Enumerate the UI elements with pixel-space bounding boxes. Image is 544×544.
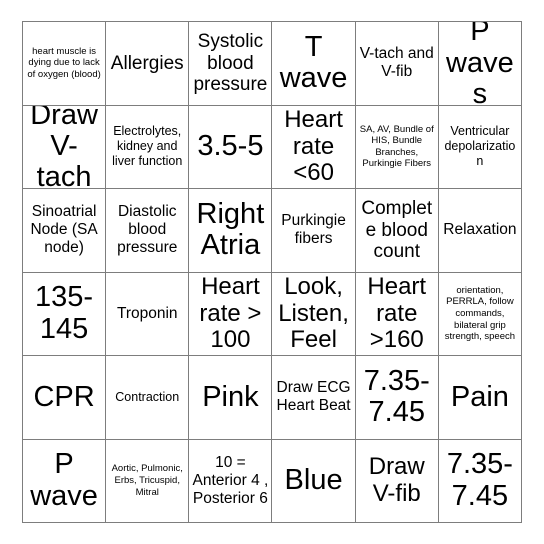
- bingo-cell-r1c5[interactable]: V-tach and V-fib: [355, 22, 439, 106]
- bingo-cell-label: Draw ECG Heart Beat: [276, 379, 351, 415]
- bingo-cell-label: 3.5-5: [197, 130, 264, 163]
- bingo-cell-label: T wave: [279, 30, 348, 95]
- bingo-cell-r6c1[interactable]: P wave: [23, 439, 107, 523]
- bingo-cell-r3c5[interactable]: Complete blood count: [355, 189, 439, 273]
- bingo-cell-label: Allergies: [110, 52, 184, 74]
- bingo-cell-r1c2[interactable]: Allergies: [106, 22, 190, 106]
- bingo-cell-label: Pain: [450, 380, 509, 413]
- bingo-cell-label: SA, AV, Bundle of HIS, Bundle Branches, …: [359, 123, 434, 170]
- bingo-cell-label: Heart rate >160: [367, 273, 427, 353]
- bingo-cell-r2c6[interactable]: Ventricular depolarization: [438, 105, 522, 189]
- bingo-cell-r4c5[interactable]: Heart rate >160: [355, 272, 439, 356]
- bingo-cell-r2c3[interactable]: 3.5-5: [189, 105, 273, 189]
- bingo-cell-label: Sinoatrial Node (SA node): [30, 203, 98, 257]
- bingo-cell-label: Draw V-tach: [30, 105, 98, 189]
- bingo-cell-r4c2[interactable]: Troponin: [106, 272, 190, 356]
- bingo-cell-r5c2[interactable]: Contraction: [106, 356, 190, 440]
- bingo-cell-r4c6[interactable]: orientation, PERRLA, follow commands, bi…: [438, 272, 522, 356]
- bingo-cell-label: Draw V-fib: [368, 453, 425, 507]
- bingo-cell-label: V-tach and V-fib: [359, 45, 434, 81]
- bingo-cell-label: 135-145: [35, 281, 94, 345]
- bingo-cell-r2c2[interactable]: Electrolytes, kidney and liver function: [106, 105, 190, 189]
- bingo-cell-label: orientation, PERRLA, follow commands, bi…: [444, 284, 516, 343]
- bingo-cell-r5c4[interactable]: Draw ECG Heart Beat: [272, 356, 356, 440]
- bingo-cell-label: Heart rate <60: [284, 106, 343, 186]
- bingo-cell-label: 10 = Anterior 4 , Posterior 6: [192, 453, 269, 507]
- bingo-cell-r3c6[interactable]: Relaxation: [438, 189, 522, 273]
- bingo-cell-label: Purkingie fibers: [281, 212, 346, 248]
- bingo-cell-r3c2[interactable]: Diastolic blood pressure: [106, 189, 190, 273]
- bingo-cell-label: 7.35-7.45: [446, 448, 513, 512]
- bingo-cell-r6c3[interactable]: 10 = Anterior 4 , Posterior 6: [189, 439, 273, 523]
- bingo-cell-label: P waves: [446, 22, 514, 106]
- bingo-cell-r1c4[interactable]: T wave: [272, 22, 356, 106]
- bingo-cell-label: Troponin: [116, 304, 178, 322]
- bingo-cell-r5c1[interactable]: CPR: [23, 356, 107, 440]
- bingo-cell-label: Heart rate > 100: [199, 273, 262, 353]
- bingo-cell-r6c5[interactable]: Draw V-fib: [355, 439, 439, 523]
- bingo-cell-r2c4[interactable]: Heart rate <60: [272, 105, 356, 189]
- bingo-cell-label: Right Atria: [196, 197, 265, 262]
- bingo-cell-r6c4[interactable]: Blue: [272, 439, 356, 523]
- bingo-cell-label: P wave: [30, 448, 98, 512]
- bingo-cell-r1c1[interactable]: heart muscle is dying due to lack of oxy…: [23, 22, 107, 106]
- bingo-cell-r3c3[interactable]: Right Atria: [189, 189, 273, 273]
- bingo-cell-r4c4[interactable]: Look, Listen, Feel: [272, 272, 356, 356]
- bingo-cell-label: Look, Listen, Feel: [278, 273, 349, 353]
- bingo-cell-label: Complete blood count: [361, 198, 433, 262]
- bingo-cell-label: Pink: [202, 380, 259, 413]
- bingo-cell-r5c3[interactable]: Pink: [189, 356, 273, 440]
- bingo-cell-label: Blue: [284, 464, 343, 497]
- bingo-cell-r3c4[interactable]: Purkingie fibers: [272, 189, 356, 273]
- bingo-cell-label: Electrolytes, kidney and liver function: [112, 124, 183, 169]
- bingo-cell-label: CPR: [33, 380, 95, 413]
- bingo-cell-r5c5[interactable]: 7.35-7.45: [355, 356, 439, 440]
- bingo-cell-r2c5[interactable]: SA, AV, Bundle of HIS, Bundle Branches, …: [355, 105, 439, 189]
- bingo-cell-r6c2[interactable]: Aortic, Pulmonic, Erbs, Tricuspid, Mitra…: [106, 439, 190, 523]
- bingo-cell-r3c1[interactable]: Sinoatrial Node (SA node): [23, 189, 107, 273]
- bingo-cell-label: Diastolic blood pressure: [117, 203, 178, 257]
- bingo-cell-label: 7.35-7.45: [363, 364, 430, 429]
- bingo-cell-r6c6[interactable]: 7.35-7.45: [438, 439, 522, 523]
- bingo-cell-label: Aortic, Pulmonic, Erbs, Tricuspid, Mitra…: [111, 463, 183, 498]
- bingo-cell-r5c6[interactable]: Pain: [438, 356, 522, 440]
- bingo-cell-label: Systolic blood pressure: [193, 31, 268, 95]
- bingo-cell-label: heart muscle is dying due to lack of oxy…: [27, 45, 101, 81]
- bingo-card-grid: heart muscle is dying due to lack of oxy…: [22, 21, 522, 523]
- bingo-cell-r1c6[interactable]: P waves: [438, 22, 522, 106]
- bingo-cell-r2c1[interactable]: Draw V-tach: [23, 105, 107, 189]
- bingo-cell-r1c3[interactable]: Systolic blood pressure: [189, 22, 273, 106]
- bingo-cell-label: Contraction: [115, 389, 180, 404]
- bingo-cell-r4c3[interactable]: Heart rate > 100: [189, 272, 273, 356]
- bingo-cell-label: Relaxation: [443, 221, 517, 239]
- bingo-cell-r4c1[interactable]: 135-145: [23, 272, 107, 356]
- bingo-cell-label: Ventricular depolarization: [444, 124, 516, 169]
